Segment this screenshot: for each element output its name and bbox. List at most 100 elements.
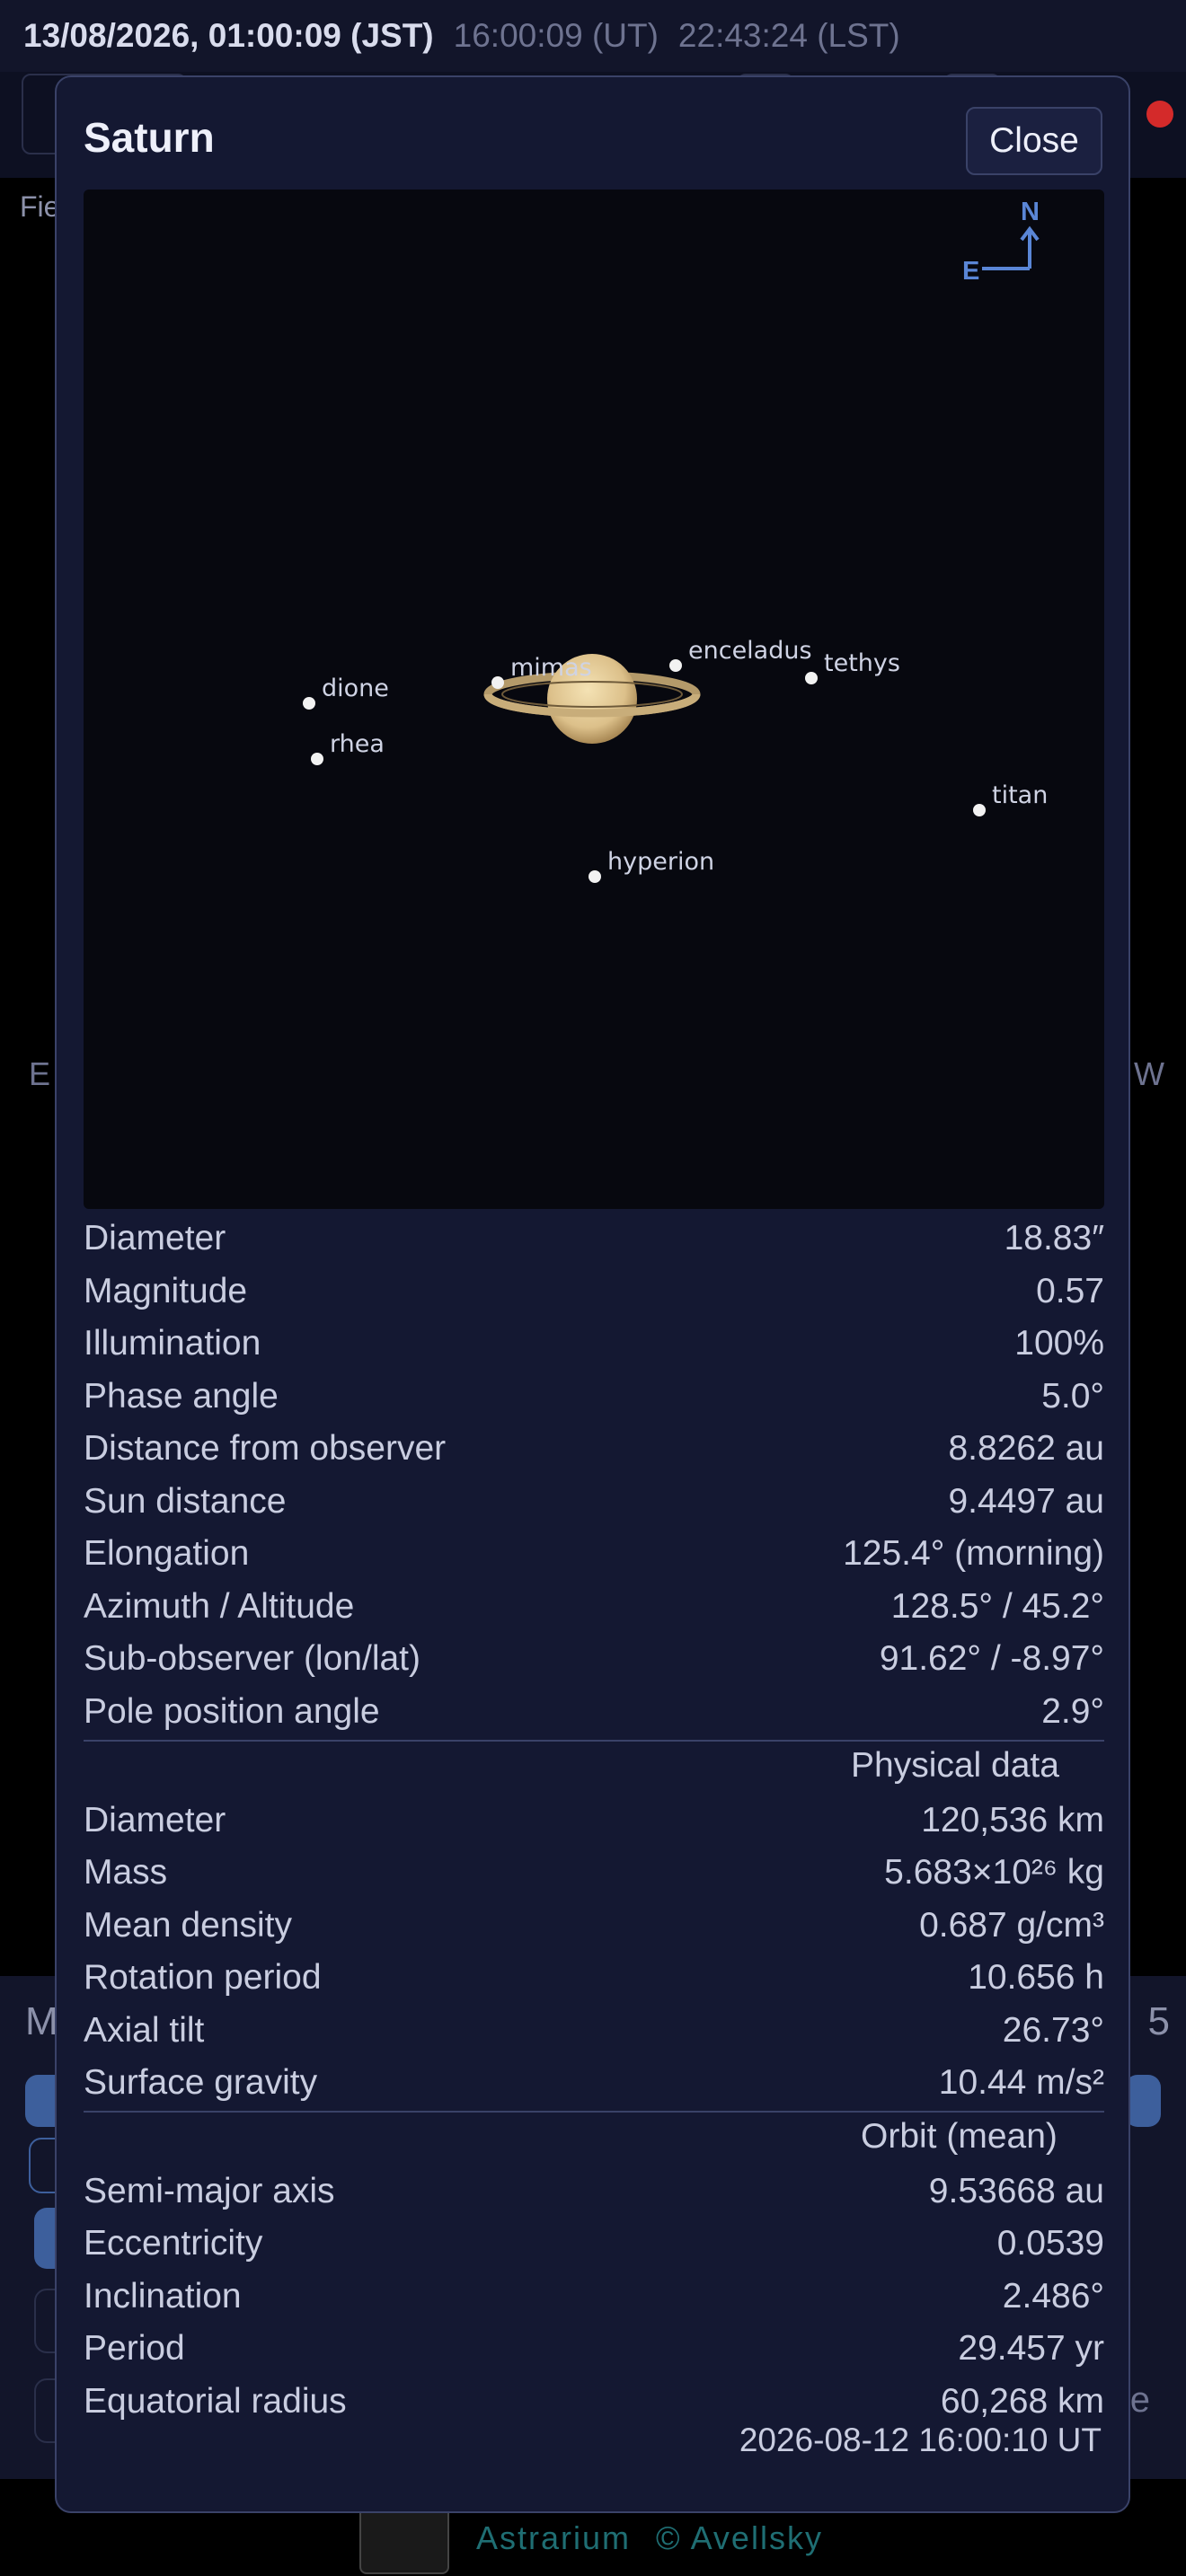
moon-titan[interactable]: titan [973,781,1048,816]
row-value: 5.0° [1041,1377,1104,1416]
panel-edge-text: e [1129,2380,1150,2420]
jst-time: 13/08/2026, 01:00:09 (JST) [23,17,434,54]
moon-enceladus[interactable]: enceladus [669,637,812,672]
info-row: Rotation period 10.656 h [84,1953,1104,2003]
info-row: Equatorial radius 60,268 km [84,2377,1104,2427]
sky-east-label: E [29,1055,51,1092]
info-row: Sub-observer (lon/lat) 91.62° / -8.97° [84,1634,1104,1684]
row-value: 29.457 yr [958,2329,1104,2368]
row-label: Mean density [84,1906,292,1945]
copyright: © Avellsky [656,2519,823,2556]
row-label: Pole position angle [84,1692,380,1731]
moon-label: enceladus [688,637,812,665]
row-value: 5.683×10²⁶ kg [884,1853,1104,1892]
panel-label: M [25,1999,58,2043]
info-row: Phase angle 5.0° [84,1372,1104,1422]
info-row: Magnitude 0.57 [84,1266,1104,1317]
moon-tethys[interactable]: tethys [805,649,900,684]
brand-name: Astrarium [476,2519,632,2556]
info-row: Illumination 100% [84,1319,1104,1369]
row-label: Semi-major axis [84,2172,335,2210]
dialog-title: Saturn [84,114,215,161]
compass-icon: N E [962,198,1040,286]
row-label: Elongation [84,1534,250,1573]
info-row: Elongation 125.4° (morning) [84,1529,1104,1579]
moon-rhea[interactable]: rhea [311,730,385,765]
row-label: Mass [84,1853,168,1892]
row-value: 10.44 m/s² [938,2063,1104,2102]
row-value: 91.62° / -8.97° [879,1639,1104,1678]
row-label: Diameter [84,1219,226,1257]
info-row: Semi-major axis 9.53668 au [84,2166,1104,2217]
moon-label: tethys [824,649,900,677]
row-label: Eccentricity [84,2224,263,2263]
panel-slider-right[interactable] [1125,2075,1161,2127]
panel-value: 5 [1147,1999,1170,2043]
lst-time: 22:43:24 (LST) [677,17,900,54]
record-indicator[interactable] [1146,101,1173,128]
row-label: Rotation period [84,1958,322,1997]
row-value: 0.687 g/cm³ [919,1906,1104,1945]
compass-east-label: E [962,257,979,286]
compass-north-label: N [1021,198,1040,226]
row-value: 18.83″ [1004,1219,1104,1257]
info-row: Pole position angle 2.9° [84,1687,1104,1737]
row-label: Phase angle [84,1377,279,1416]
orbit-heading: Orbit (mean) [861,2117,1058,2156]
moon-label: titan [992,781,1048,809]
row-value: 10.656 h [968,1958,1104,1997]
row-value: 0.0539 [996,2224,1104,2263]
row-label: Equatorial radius [84,2382,347,2421]
row-label: Distance from observer [84,1429,447,1468]
row-label: Sub-observer (lon/lat) [84,1639,420,1678]
info-row: Period 29.457 yr [84,2324,1104,2374]
row-value: 100% [1014,1324,1104,1363]
row-value: 26.73° [1002,2011,1104,2050]
info-row: Mass 5.683×10²⁶ kg [84,1848,1104,1898]
info-row: Diameter 120,536 km [84,1795,1104,1846]
row-label: Surface gravity [84,2063,318,2102]
row-label: Axial tilt [84,2011,205,2050]
divider [84,1740,1104,1742]
info-row: Distance from observer 8.8262 au [84,1424,1104,1474]
row-value: 9.4497 au [948,1482,1104,1521]
ut-time: 16:00:09 (UT) [453,17,659,54]
row-value: 60,268 km [940,2382,1104,2421]
physical-data-heading: Physical data [851,1746,1059,1785]
moon-label: rhea [330,730,385,758]
row-value: 120,536 km [921,1801,1104,1839]
moon-label: dione [322,675,389,702]
sky-west-label: W [1134,1055,1164,1092]
row-value: 2.9° [1041,1692,1104,1731]
planet-view[interactable]: N E mimas enceladus tethys dione rhea ti… [84,190,1104,1209]
computed-timestamp: 2026-08-12 16:00:10 UT [739,2422,1102,2458]
row-label: Diameter [84,1801,226,1839]
close-button[interactable]: Close [966,107,1102,175]
object-info-dialog: Saturn Close N E mimas enceladus tethys … [55,75,1130,2513]
moon-label: mimas [510,654,592,682]
field-label: Fie [20,190,60,223]
row-label: Azimuth / Altitude [84,1587,355,1626]
footer-brand: Astrarium © Avellsky [359,2502,823,2574]
row-label: Period [84,2329,185,2368]
astrarium-logo-icon [359,2502,449,2574]
info-row: Azimuth / Altitude 128.5° / 45.2° [84,1582,1104,1632]
moon-dione[interactable]: dione [303,675,389,710]
info-row: Axial tilt 26.73° [84,2006,1104,2056]
info-row: Inclination 2.486° [84,2272,1104,2322]
row-label: Inclination [84,2277,242,2316]
time-bar[interactable]: 13/08/2026, 01:00:09 (JST) 16:00:09 (UT)… [0,0,1186,72]
row-value: 8.8262 au [948,1429,1104,1468]
info-row: Diameter 18.83″ [84,1213,1104,1264]
row-value: 9.53668 au [928,2172,1104,2210]
info-row: Surface gravity 10.44 m/s² [84,2058,1104,2108]
info-row: Mean density 0.687 g/cm³ [84,1901,1104,1951]
row-label: Sun distance [84,1482,287,1521]
row-value: 2.486° [1002,2277,1104,2316]
moon-label: hyperion [607,848,714,876]
moon-hyperion[interactable]: hyperion [589,848,714,883]
row-label: Illumination [84,1324,261,1363]
divider [84,2111,1104,2113]
row-value: 0.57 [1036,1272,1104,1310]
row-value: 128.5° / 45.2° [890,1587,1104,1626]
